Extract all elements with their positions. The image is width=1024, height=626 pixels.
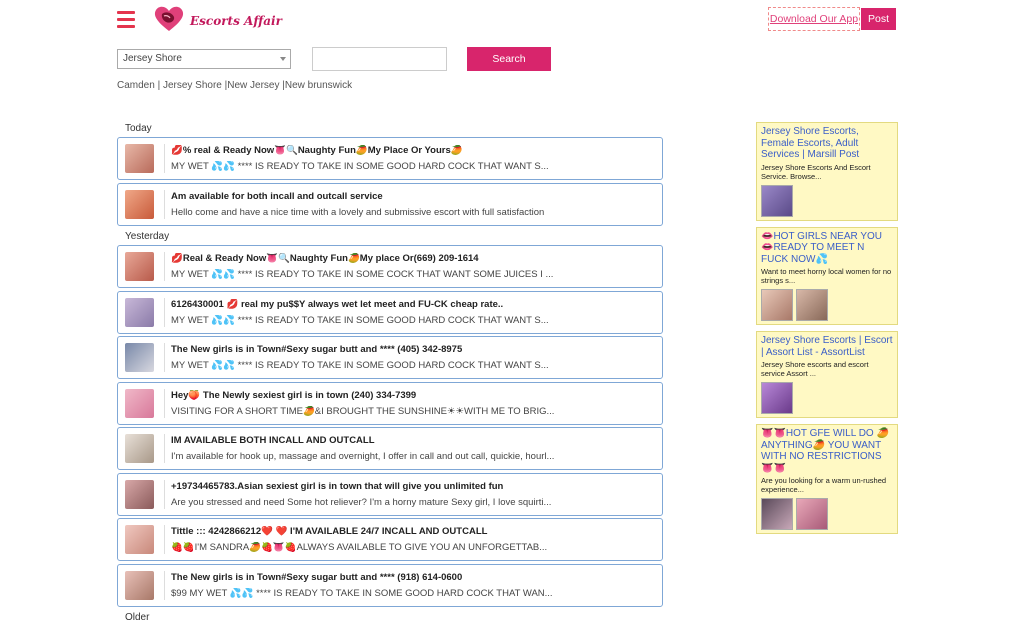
listing-desc: MY WET 💦💦 **** IS READY TO TAKE IN SOME … [171, 360, 549, 371]
hamburger-menu-icon[interactable] [117, 11, 135, 29]
city-select-value: Jersey Shore [123, 53, 182, 64]
listing-thumbnail [125, 144, 154, 173]
listing-card[interactable]: Tittle ::: 4242866212❤️ ❤️ I'M AVAILABLE… [117, 518, 663, 561]
section-label-older: Older [125, 612, 150, 623]
ad-title[interactable]: 👄HOT GIRLS NEAR YOU 👄READY TO MEET N FUC… [761, 231, 893, 266]
listing-desc: Hello come and have a nice time with a l… [171, 206, 545, 218]
ad-desc: Want to meet horny local women for no st… [761, 267, 892, 285]
ad-thumbnail [796, 498, 828, 530]
section-label-today: Today [125, 123, 152, 134]
listing-title: +19734465783.Asian sexiest girl is in to… [171, 480, 504, 492]
search-button[interactable]: Search [467, 47, 551, 71]
ad-thumbnail [761, 184, 793, 217]
breadcrumb-item[interactable]: Camden | [117, 80, 163, 91]
listing-desc: MY WET 💦💦 **** IS READY TO TAKE IN SOME … [171, 269, 554, 280]
download-app-link[interactable]: Download Our App [768, 7, 860, 31]
listing-title: The New girls is in Town#Sexy sugar butt… [171, 344, 463, 355]
listing-title: 💋% real & Ready Now👅🔍Naughty Fun🥭My Plac… [171, 145, 463, 156]
breadcrumb-item[interactable]: New brunswick [285, 80, 352, 91]
listing-card[interactable]: 6126430001 💋 real my pu$$Y always wet le… [117, 290, 663, 334]
listing-card[interactable]: IM AVAILABLE BOTH INCALL AND OUTCALL I'm… [117, 427, 663, 470]
sidebar-ads: Jersey Shore Escorts, Female Escorts, Ad… [756, 122, 898, 540]
city-select[interactable]: Jersey Shore [117, 49, 291, 69]
listing-title: Am available for both incall and outcall… [171, 190, 383, 202]
listing-title: IM AVAILABLE BOTH INCALL AND OUTCALL [171, 435, 375, 446]
listing-title: 💋Real & Ready Now👅🔍Naughty Fun🥭My place … [171, 253, 479, 264]
ad-desc: Jersey Shore Escorts And Escort Service.… [761, 162, 871, 181]
listing-thumbnail [125, 388, 154, 418]
listing-title: 6126430001 💋 real my pu$$Y always wet le… [171, 298, 504, 310]
ad-thumbnail [761, 289, 793, 321]
search-input[interactable] [312, 47, 447, 71]
listing-card[interactable]: The New girls is in Town#Sexy sugar butt… [117, 563, 663, 607]
ad-title[interactable]: 👅👅HOT GFE WILL DO 🥭ANYTHING🥭 YOU WANT WI… [761, 428, 893, 474]
ad-thumbnail [796, 289, 828, 321]
listing-card[interactable]: 💋% real & Ready Now👅🔍Naughty Fun🥭My Plac… [117, 137, 663, 180]
listing-title: Hey🍑 The Newly sexiest girl is in town (… [171, 389, 417, 401]
listing-thumbnail [125, 297, 154, 327]
ad-desc: Are you looking for a warm un-rushed exp… [761, 476, 887, 494]
listing-card[interactable]: The New girls is in Town#Sexy sugar butt… [117, 336, 663, 379]
listing-card[interactable]: Hey🍑 The Newly sexiest girl is in town (… [117, 381, 663, 425]
listing-thumbnail [125, 570, 154, 600]
listing-desc: 🍓🍓I'M SANDRA🥭🍓👅🍓ALWAYS AVAILABLE TO GIVE… [171, 542, 548, 553]
section-label-yesterday: Yesterday [125, 231, 170, 242]
listing-desc: I'm available for hook up, massage and o… [171, 451, 555, 462]
listing-thumbnail [125, 434, 154, 463]
ad-thumbnail [761, 498, 793, 530]
ad-card[interactable]: Jersey Shore Escorts, Female Escorts, Ad… [756, 122, 898, 221]
listing-desc: $99 MY WET 💦💦 **** IS READY TO TAKE IN S… [171, 587, 553, 599]
ad-title[interactable]: Jersey Shore Escorts | Escort | Assort L… [761, 335, 893, 358]
listing-title: Tittle ::: 4242866212❤️ ❤️ I'M AVAILABLE… [171, 526, 488, 537]
ad-card[interactable]: Jersey Shore Escorts | Escort | Assort L… [756, 331, 898, 418]
chevron-down-icon [280, 57, 286, 61]
ad-card[interactable]: 👅👅HOT GFE WILL DO 🥭ANYTHING🥭 YOU WANT WI… [756, 424, 898, 534]
listing-desc: MY WET 💦💦 **** IS READY TO TAKE IN SOME … [171, 314, 549, 326]
ad-card[interactable]: 👄HOT GIRLS NEAR YOU 👄READY TO MEET N FUC… [756, 226, 898, 325]
ad-title[interactable]: Jersey Shore Escorts, Female Escorts, Ad… [761, 126, 893, 161]
post-button[interactable]: Post [861, 8, 896, 30]
listing-thumbnail [125, 252, 154, 281]
ad-thumbnail [761, 382, 793, 414]
listing-desc: VISITING FOR A SHORT TIME🥭&I BROUGHT THE… [171, 405, 555, 417]
listing-thumbnail [125, 525, 154, 554]
listing-card[interactable]: Am available for both incall and outcall… [117, 182, 663, 226]
logo[interactable]: Escorts Affair [152, 5, 282, 33]
heart-logo-icon [154, 6, 184, 32]
listing-thumbnail [125, 343, 154, 372]
brand-name: Escorts Affair [190, 13, 282, 28]
listing-card[interactable]: 💋Real & Ready Now👅🔍Naughty Fun🥭My place … [117, 245, 663, 288]
listing-title: The New girls is in Town#Sexy sugar butt… [171, 571, 463, 583]
listing-desc: Are you stressed and need Some hot relie… [171, 496, 552, 508]
listing-desc: MY WET 💦💦 **** IS READY TO TAKE IN SOME … [171, 161, 549, 172]
breadcrumb-item[interactable]: New Jersey | [227, 80, 285, 91]
breadcrumb-item[interactable]: Jersey Shore | [163, 80, 227, 91]
listing-thumbnail [125, 479, 154, 509]
listing-card[interactable]: +19734465783.Asian sexiest girl is in to… [117, 472, 663, 516]
breadcrumb: Camden | Jersey Shore |New Jersey |New b… [117, 80, 352, 91]
ad-desc: Jersey Shore escorts and escort service … [761, 360, 869, 378]
listing-thumbnail [125, 189, 154, 219]
listing-area: Today 💋% real & Ready Now👅🔍Naughty Fun🥭M… [117, 120, 663, 626]
